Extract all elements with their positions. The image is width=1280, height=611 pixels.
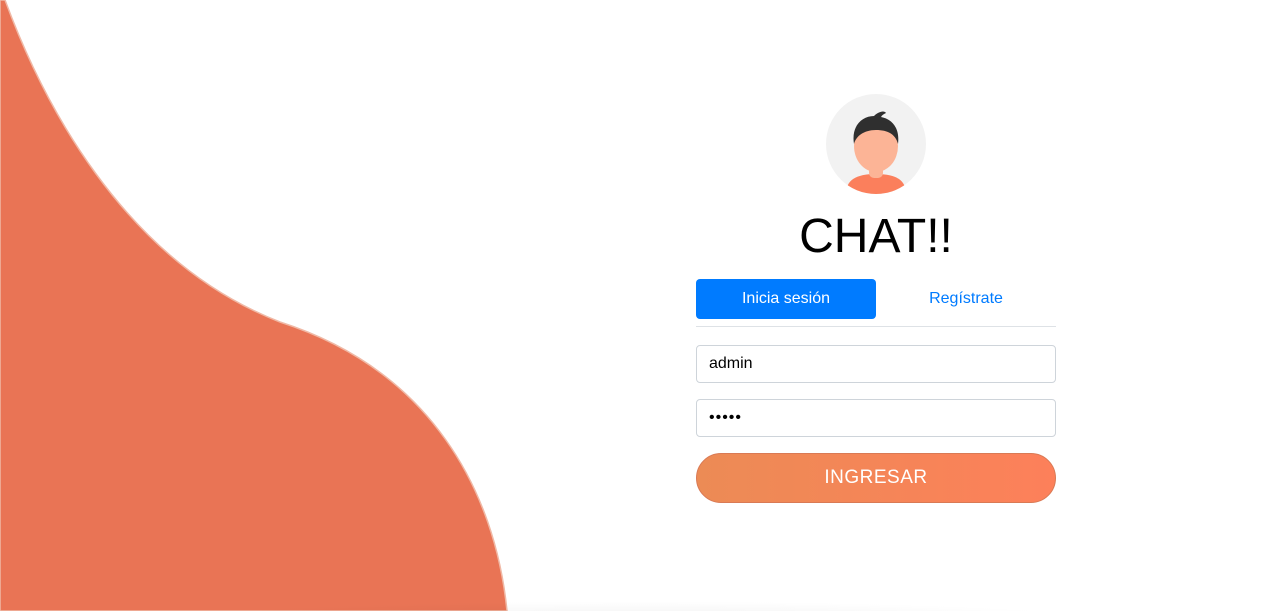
login-panel: CHAT!! Inicia sesión Regístrate INGRESAR [696, 94, 1056, 503]
decorative-wave-shape [0, 0, 508, 611]
user-avatar-icon [826, 94, 926, 194]
password-input[interactable] [696, 399, 1056, 437]
app-title: CHAT!! [799, 210, 953, 263]
auth-tabs: Inicia sesión Regístrate [696, 279, 1056, 327]
username-input[interactable] [696, 345, 1056, 383]
login-page: CHAT!! Inicia sesión Regístrate INGRESAR [0, 0, 1280, 611]
tab-register[interactable]: Regístrate [876, 279, 1056, 319]
submit-button[interactable]: INGRESAR [696, 453, 1056, 503]
bottom-shadow [160, 601, 1120, 611]
tab-login[interactable]: Inicia sesión [696, 279, 876, 319]
